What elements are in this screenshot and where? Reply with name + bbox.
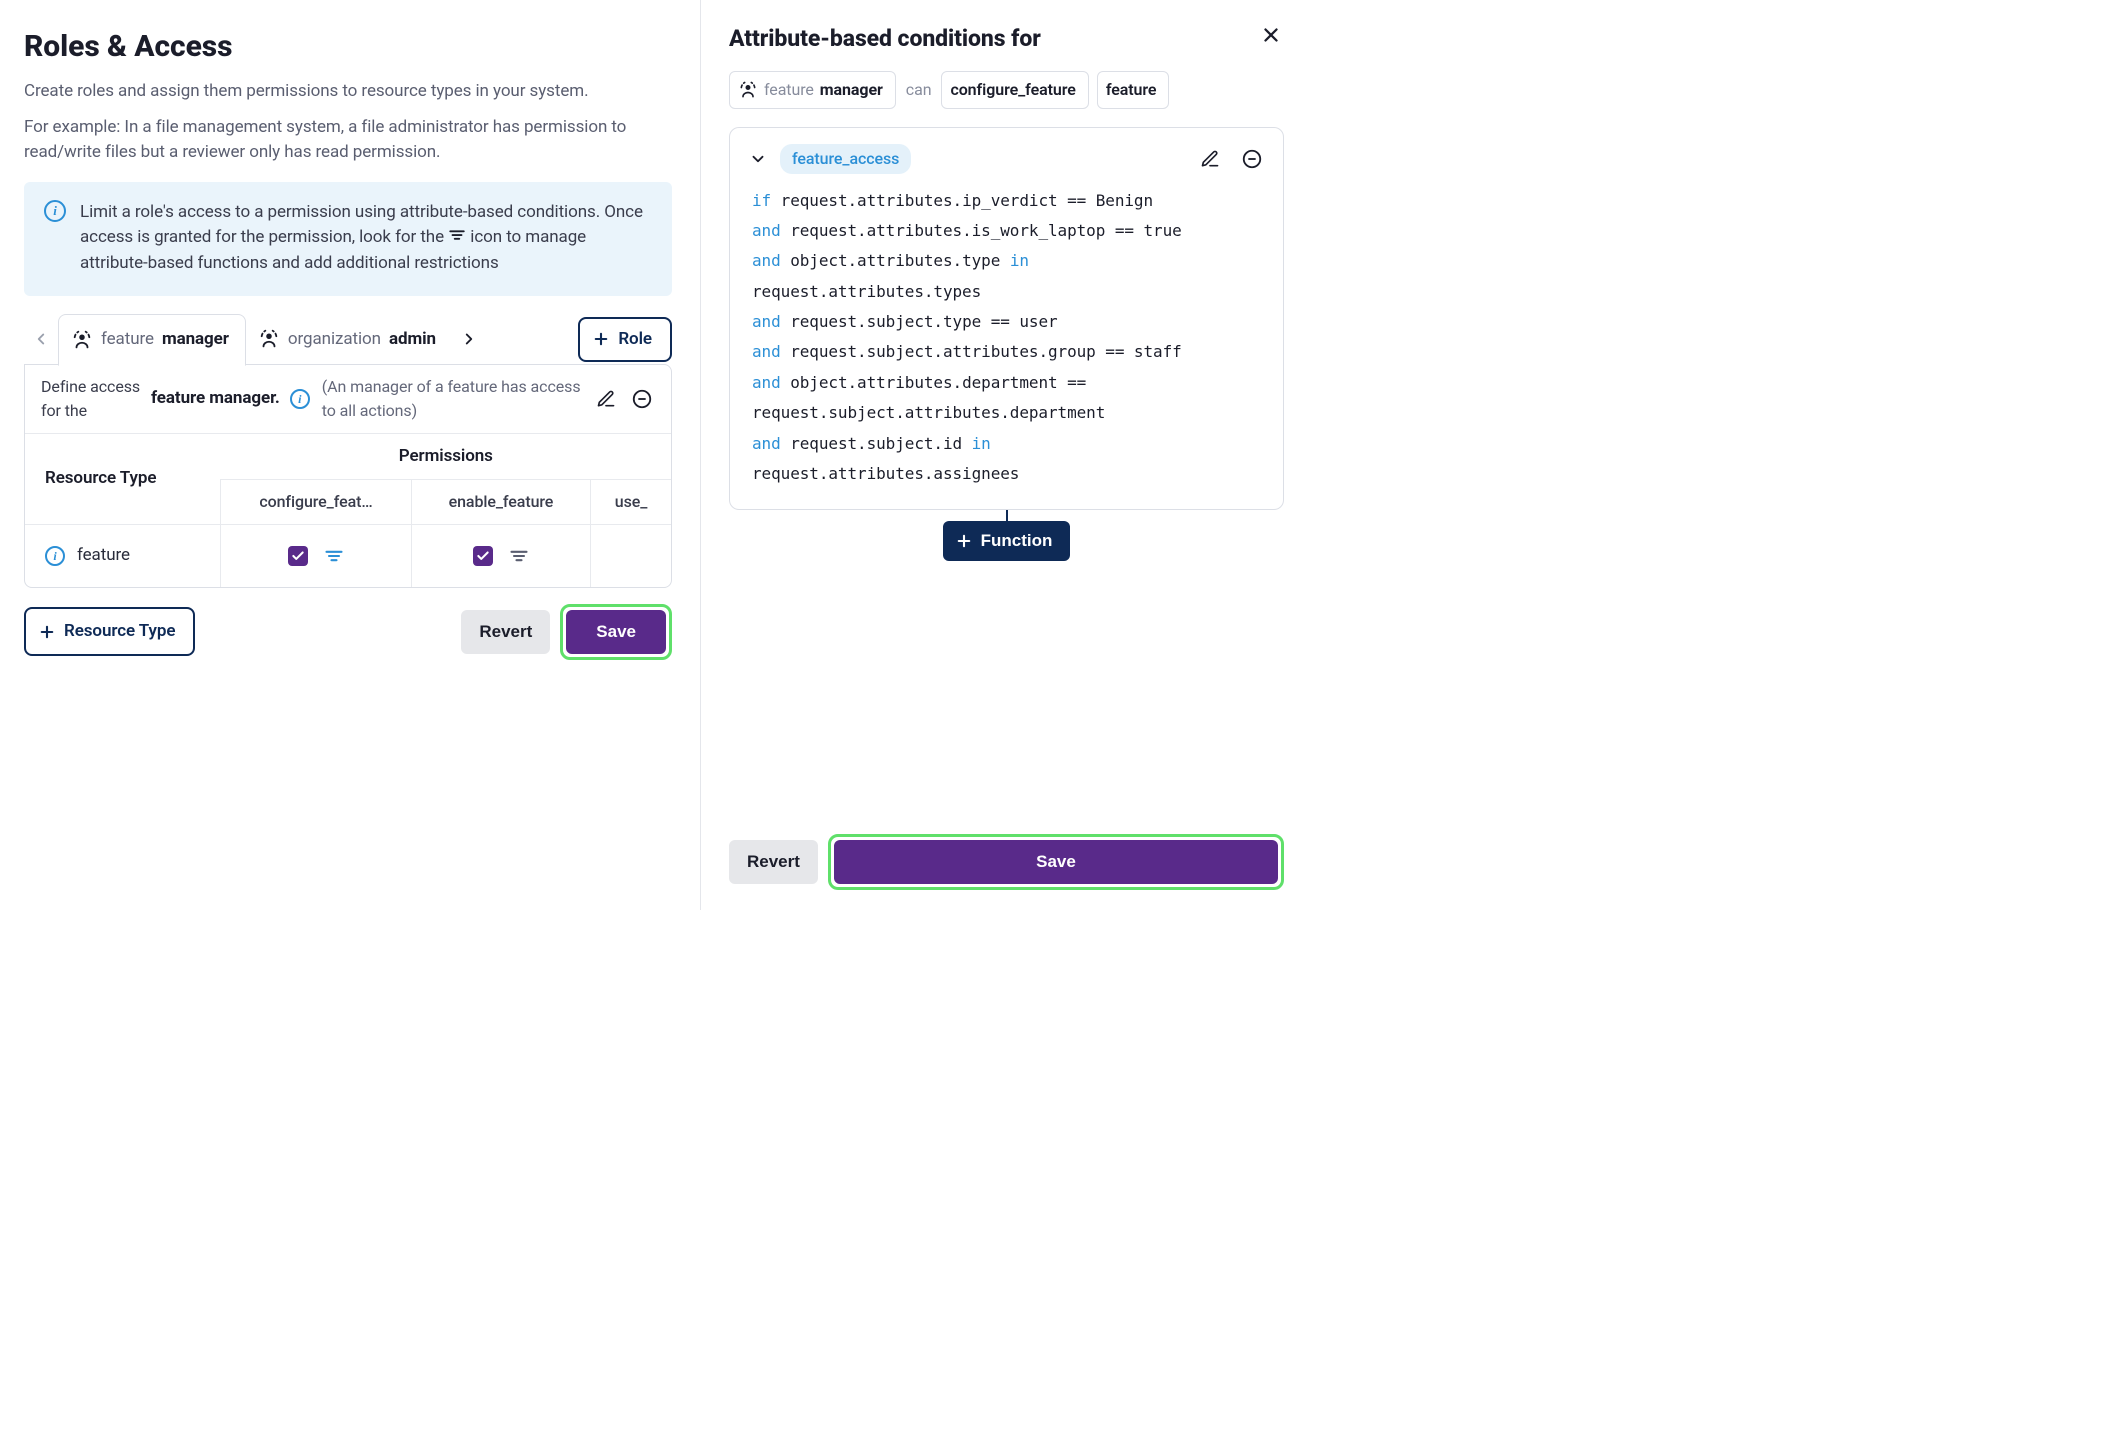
person-icon: [258, 328, 280, 350]
save-conditions-highlight: Save: [828, 834, 1284, 890]
action-chip-text: configure_feature: [950, 78, 1075, 102]
right-actions: Revert Save: [729, 816, 1284, 910]
conditions-enable-button[interactable]: [509, 546, 529, 566]
col-resource-type: Resource Type: [25, 434, 221, 525]
add-role-button[interactable]: Role: [578, 317, 672, 363]
tab-pref: organization: [288, 327, 381, 353]
info-icon[interactable]: i: [45, 546, 65, 566]
role-chip-pref: feature: [764, 78, 814, 102]
table-row: i feature: [25, 525, 671, 587]
edit-role-button[interactable]: [593, 386, 619, 412]
person-icon: [738, 80, 758, 100]
tab-prev-button[interactable]: [24, 322, 58, 356]
save-highlight: Save: [560, 604, 672, 660]
add-resource-label: Resource Type: [64, 619, 175, 645]
tab-feature-manager[interactable]: feature manager: [58, 314, 246, 366]
role-title: feature manager.: [151, 386, 280, 412]
add-resource-type-button[interactable]: Resource Type: [24, 607, 195, 657]
col-configure-feature: configure_feat…: [221, 480, 412, 525]
col-permissions: Permissions: [221, 434, 671, 480]
condition-context: feature manager can configure_feature fe…: [729, 71, 1284, 109]
function-code: if request.attributes.ip_verdict == Beni…: [748, 186, 1265, 490]
function-connector: Function: [729, 509, 1284, 561]
tab-next-button[interactable]: [452, 322, 486, 356]
resource-chip: feature: [1097, 71, 1170, 109]
info-banner: i Limit a role's access to a permission …: [24, 182, 672, 297]
remove-role-button[interactable]: [629, 386, 655, 412]
role-chip-name: manager: [820, 78, 883, 102]
perm-enable-checkbox[interactable]: [473, 546, 493, 566]
conditions-configure-button[interactable]: [324, 546, 344, 566]
info-banner-text: Limit a role's access to a permission us…: [80, 200, 652, 277]
save-button[interactable]: Save: [566, 610, 666, 654]
panel-title: Attribute-based conditions for: [729, 22, 1284, 57]
action-chip: configure_feature: [941, 71, 1088, 109]
perm-configure-checkbox[interactable]: [288, 546, 308, 566]
remove-function-button[interactable]: [1239, 146, 1265, 172]
left-actions: Resource Type Revert Save: [24, 604, 672, 660]
edit-function-button[interactable]: [1197, 146, 1223, 172]
tab-name: admin: [389, 327, 436, 353]
collapse-toggle[interactable]: [748, 149, 768, 169]
role-tabs: feature manager organization admin Role: [24, 314, 672, 365]
revert-conditions-button[interactable]: Revert: [729, 840, 818, 884]
add-function-label: Function: [981, 531, 1053, 551]
define-text: Define access for the: [41, 375, 141, 423]
revert-button[interactable]: Revert: [461, 610, 550, 654]
tab-organization-admin[interactable]: organization admin: [246, 315, 452, 365]
page-subtitle-1: Create roles and assign them permissions…: [24, 79, 672, 105]
function-name-chip: feature_access: [780, 144, 911, 174]
role-header: Define access for the feature manager. i…: [25, 365, 671, 434]
function-card: feature_access if request.attributes.ip_…: [729, 127, 1284, 511]
info-icon: i: [44, 200, 66, 222]
col-enable-feature: enable_feature: [411, 480, 590, 525]
tune-icon: [448, 226, 466, 244]
resource-chip-text: feature: [1106, 78, 1157, 102]
tab-name: manager: [162, 327, 229, 353]
save-conditions-button[interactable]: Save: [834, 840, 1278, 884]
can-text: can: [904, 78, 934, 102]
person-icon: [71, 329, 93, 351]
add-function-button[interactable]: Function: [943, 521, 1071, 561]
resource-name: feature: [77, 543, 130, 569]
add-role-label: Role: [618, 327, 652, 353]
page-subtitle-2: For example: In a file management system…: [24, 115, 672, 166]
role-panel: Define access for the feature manager. i…: [24, 364, 672, 588]
role-desc: (An manager of a feature has access to a…: [322, 375, 583, 423]
page-title: Roles & Access: [24, 24, 672, 69]
permissions-table: Resource Type Permissions configure_feat…: [25, 434, 671, 587]
close-button[interactable]: [1258, 22, 1284, 48]
tab-pref: feature: [101, 327, 154, 353]
col-use: use_: [591, 480, 671, 525]
info-icon[interactable]: i: [290, 389, 310, 409]
role-chip: feature manager: [729, 71, 896, 109]
